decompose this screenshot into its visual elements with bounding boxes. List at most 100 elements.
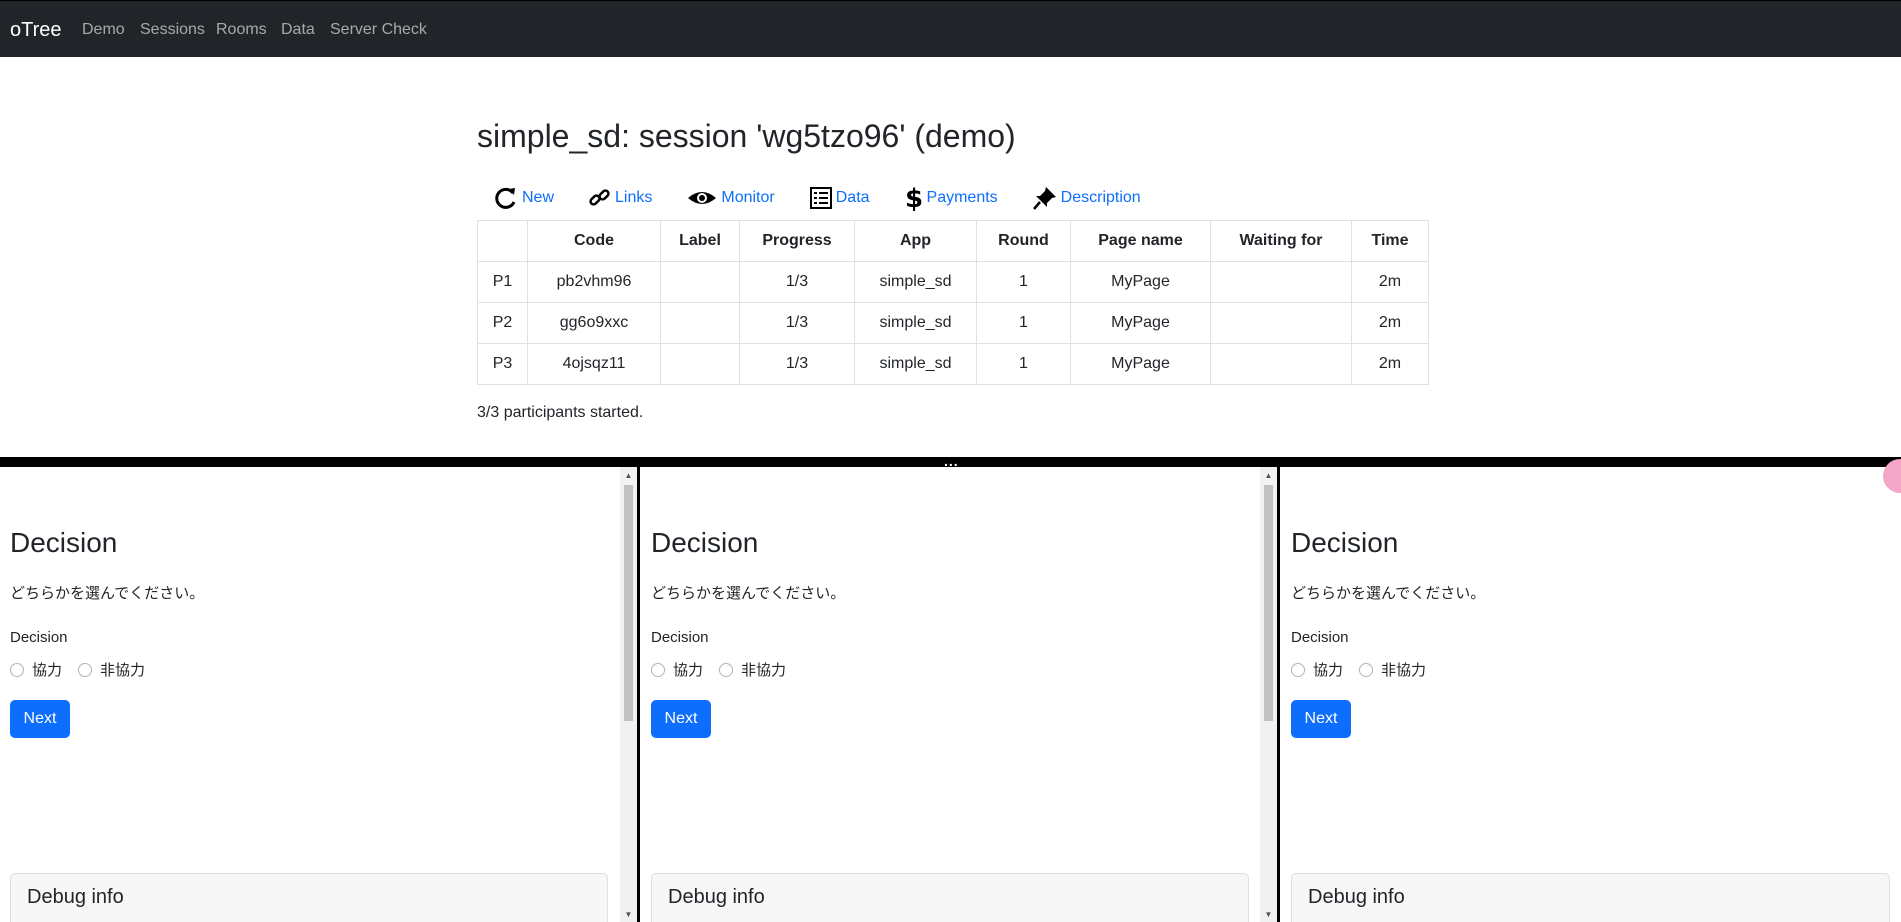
scroll-thumb[interactable] — [624, 485, 633, 721]
session-toolbar: New Links Monitor Data $ Payments Descri… — [493, 184, 1175, 212]
participant-pane-2: Decision どちらかを選んでください。 Decision 協力 非協力 N… — [640, 467, 1277, 922]
eye-icon — [688, 192, 717, 204]
debug-info-title: Debug info — [1308, 886, 1405, 908]
cell-page-name: MyPage — [1070, 302, 1211, 344]
next-button[interactable]: Next — [10, 700, 70, 738]
nav-link-demo[interactable]: Demo — [82, 21, 125, 39]
pane-instruction: どちらかを選んでください。 — [1291, 585, 1486, 602]
cell-round: 1 — [976, 343, 1071, 385]
cell-code[interactable]: gg6o9xxc — [527, 302, 661, 344]
tool-payments[interactable]: $ Payments — [904, 184, 998, 212]
pin-icon — [1032, 187, 1056, 210]
tool-description[interactable]: Description — [1032, 185, 1141, 211]
cell-app: simple_sd — [854, 302, 977, 344]
scroll-thumb[interactable] — [1264, 485, 1273, 721]
cell-waiting-for — [1210, 302, 1352, 344]
cell-code[interactable]: 4ojsqz11 — [527, 343, 661, 385]
scroll-up-arrow-icon[interactable]: ▲ — [1260, 471, 1277, 480]
column-header-page-name: Page name — [1070, 220, 1211, 262]
column-header-progress: Progress — [739, 220, 855, 262]
cell-waiting-for — [1210, 261, 1352, 303]
nav-link-data[interactable]: Data — [281, 21, 315, 39]
pane-instruction: どちらかを選んでください。 — [10, 585, 205, 602]
svg-text:$: $ — [905, 184, 923, 212]
debug-info-panel: Debug info — [10, 873, 608, 922]
decision-radio-group: 協力 非協力 — [1291, 659, 1442, 680]
cell-app: simple_sd — [854, 261, 977, 303]
nav-link-rooms[interactable]: Rooms — [216, 21, 267, 39]
cell-id: P1 — [477, 261, 528, 303]
decision-radio-group: 協力 非協力 — [651, 659, 802, 680]
cell-app: simple_sd — [854, 343, 977, 385]
pane-instruction: どちらかを選んでください。 — [651, 585, 846, 602]
participants-status: 3/3 participants started. — [477, 404, 644, 421]
participant-pane-3: Decision どちらかを選んでください。 Decision 協力 非協力 N… — [1280, 467, 1901, 922]
splitter-handle[interactable]: ... — [944, 454, 959, 468]
radio-defect[interactable] — [1359, 662, 1374, 677]
cell-label — [660, 261, 740, 303]
cell-round: 1 — [976, 302, 1071, 344]
pane-title: Decision — [10, 527, 118, 558]
column-header-label: Label — [660, 220, 740, 262]
debug-info-panel: Debug info — [651, 873, 1249, 922]
cell-code[interactable]: pb2vhm96 — [527, 261, 661, 303]
participants-table: Code Label Progress App Round Page name … — [477, 220, 1429, 385]
scroll-down-arrow-icon[interactable]: ▼ — [1260, 910, 1277, 919]
column-header-app: App — [854, 220, 977, 262]
page-title: simple_sd: session 'wg5tzo96' (demo) — [477, 118, 1016, 154]
tool-monitor[interactable]: Monitor — [686, 186, 775, 210]
scroll-down-arrow-icon[interactable]: ▼ — [620, 910, 637, 919]
debug-info-panel: Debug info — [1291, 873, 1890, 922]
cell-label — [660, 343, 740, 385]
pane-title: Decision — [1291, 527, 1399, 558]
nav-link-server-check[interactable]: Server Check — [330, 21, 427, 39]
cell-id: P2 — [477, 302, 528, 344]
top-navbar: oTree Demo Sessions Rooms Data Server Ch… — [0, 0, 1901, 57]
radio-defect[interactable] — [719, 662, 734, 677]
decision-label: Decision — [651, 629, 709, 646]
list-icon — [809, 187, 832, 209]
tool-new-label: New — [522, 189, 555, 206]
tool-data-label: Data — [835, 189, 870, 206]
scroll-up-arrow-icon[interactable]: ▲ — [620, 471, 637, 480]
column-header-waiting-for: Waiting for — [1210, 220, 1352, 262]
radio-cooperate-label[interactable]: 協力 — [32, 659, 62, 680]
column-header-round: Round — [976, 220, 1071, 262]
nav-link-sessions[interactable]: Sessions — [140, 21, 205, 39]
cell-round: 1 — [976, 261, 1071, 303]
table-row: P1 pb2vhm96 1/3 simple_sd 1 MyPage 2m — [477, 261, 1429, 303]
participant-pane-1: Decision どちらかを選んでください。 Decision 協力 非協力 N… — [0, 467, 637, 922]
radio-defect-label[interactable]: 非協力 — [741, 659, 786, 680]
radio-cooperate-label[interactable]: 協力 — [673, 659, 703, 680]
radio-defect[interactable] — [78, 662, 93, 677]
pane-scrollbar[interactable]: ▲ ▼ — [620, 467, 637, 922]
cell-progress: 1/3 — [739, 343, 855, 385]
table-header-row: Code Label Progress App Round Page name … — [477, 220, 1429, 262]
radio-cooperate[interactable] — [1291, 662, 1305, 677]
tool-data[interactable]: Data — [809, 186, 870, 210]
cell-waiting-for — [1210, 343, 1352, 385]
tool-new[interactable]: New — [493, 185, 554, 211]
next-button[interactable]: Next — [651, 700, 711, 738]
radio-cooperate-label[interactable]: 協力 — [1313, 659, 1343, 680]
radio-cooperate[interactable] — [10, 662, 24, 677]
cell-page-name: MyPage — [1070, 261, 1211, 303]
debug-info-title: Debug info — [668, 886, 765, 908]
radio-defect-label[interactable]: 非協力 — [1381, 659, 1426, 680]
decision-radio-group: 協力 非協力 — [10, 659, 161, 680]
pane-title: Decision — [651, 527, 759, 558]
radio-cooperate[interactable] — [651, 662, 665, 677]
pane-scrollbar[interactable]: ▲ ▼ — [1260, 467, 1277, 922]
tool-links[interactable]: Links — [588, 186, 652, 210]
cell-progress: 1/3 — [739, 302, 855, 344]
tool-payments-label: Payments — [926, 189, 998, 206]
debug-info-title: Debug info — [27, 886, 124, 908]
cell-id: P3 — [477, 343, 528, 385]
radio-defect-label[interactable]: 非協力 — [100, 659, 145, 680]
tool-links-label: Links — [615, 189, 653, 206]
cell-label — [660, 302, 740, 344]
column-header-code: Code — [527, 220, 661, 262]
link-icon — [589, 189, 610, 206]
next-button[interactable]: Next — [1291, 700, 1351, 738]
brand-logo[interactable]: oTree — [10, 19, 62, 42]
